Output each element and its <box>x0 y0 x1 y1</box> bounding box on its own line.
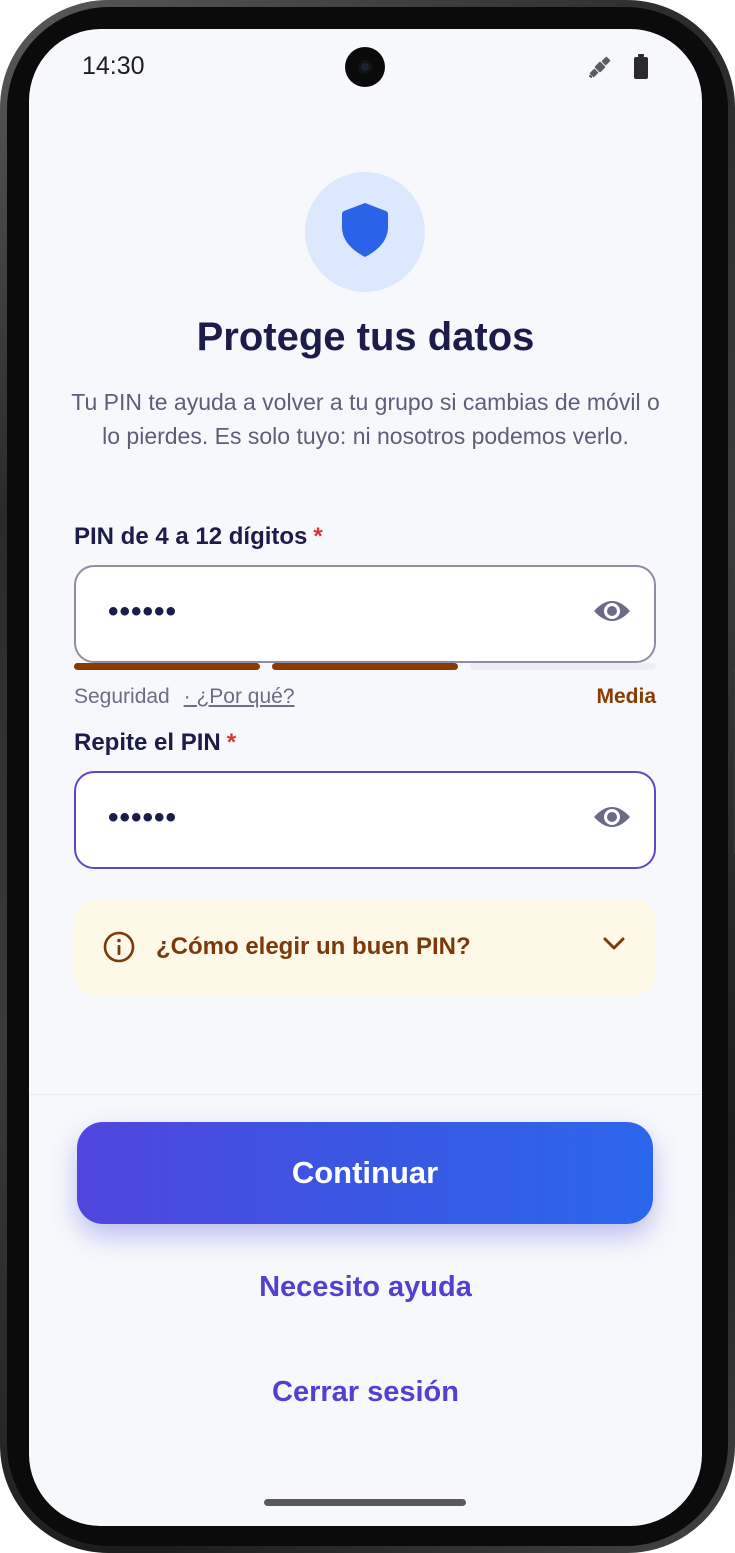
why-link-text: ¿Por qué? <box>196 685 295 708</box>
page-title: Protege tus datos <box>196 315 535 359</box>
eye-icon[interactable] <box>592 597 632 630</box>
logout-button[interactable]: Cerrar sesión <box>29 1376 702 1409</box>
repeat-pin-input[interactable]: •••••• <box>74 771 656 869</box>
tip-text: ¿Cómo elegir un buen PIN? <box>156 933 471 960</box>
help-button[interactable]: Necesito ayuda <box>29 1271 702 1304</box>
chevron-down-icon <box>602 936 626 957</box>
strength-row: Seguridad · ¿Por qué? Media <box>74 685 656 709</box>
satellite-icon <box>586 53 614 81</box>
pin-label: PIN de 4 a 12 dígitos * <box>74 523 323 551</box>
pin-input-value: •••••• <box>108 595 178 628</box>
eye-icon[interactable] <box>592 803 632 836</box>
required-mark: * <box>313 523 323 550</box>
battery-icon <box>632 53 650 81</box>
strength-meter <box>74 663 656 671</box>
home-indicator[interactable] <box>264 1499 466 1506</box>
repeat-pin-input-value: •••••• <box>108 801 178 834</box>
repeat-pin-label: Repite el PIN * <box>74 729 236 757</box>
strength-segment <box>470 663 656 670</box>
why-link[interactable]: · ¿Por qué? <box>184 685 295 708</box>
required-mark: * <box>226 729 237 756</box>
strength-level: Media <box>596 685 656 708</box>
status-bar: 14:30 <box>29 29 702 105</box>
strength-label: Seguridad <box>74 685 170 708</box>
shield-icon <box>340 201 390 264</box>
continue-button[interactable]: Continuar <box>77 1122 653 1224</box>
why-link-separator: · <box>183 685 191 708</box>
info-icon <box>102 930 136 969</box>
screen: 14:30 Protege tus datos Tu PIN te ayuda … <box>29 29 702 1526</box>
divider <box>29 1094 702 1095</box>
strength-segment <box>74 663 260 670</box>
page-subtitle: Tu PIN te ayuda a volver a tu grupo si c… <box>71 389 660 449</box>
pin-input[interactable]: •••••• <box>74 565 656 663</box>
shield-badge <box>305 172 425 292</box>
strength-segment <box>272 663 458 670</box>
status-time: 14:30 <box>82 52 145 80</box>
phone-frame: 14:30 Protege tus datos Tu PIN te ayuda … <box>0 0 735 1553</box>
repeat-pin-label-text: Repite el PIN <box>74 729 221 756</box>
status-icons <box>586 53 650 81</box>
pin-label-text: PIN de 4 a 12 dígitos <box>74 523 308 550</box>
front-camera <box>345 47 385 87</box>
pin-tips-accordion[interactable]: ¿Cómo elegir un buen PIN? <box>74 899 656 995</box>
